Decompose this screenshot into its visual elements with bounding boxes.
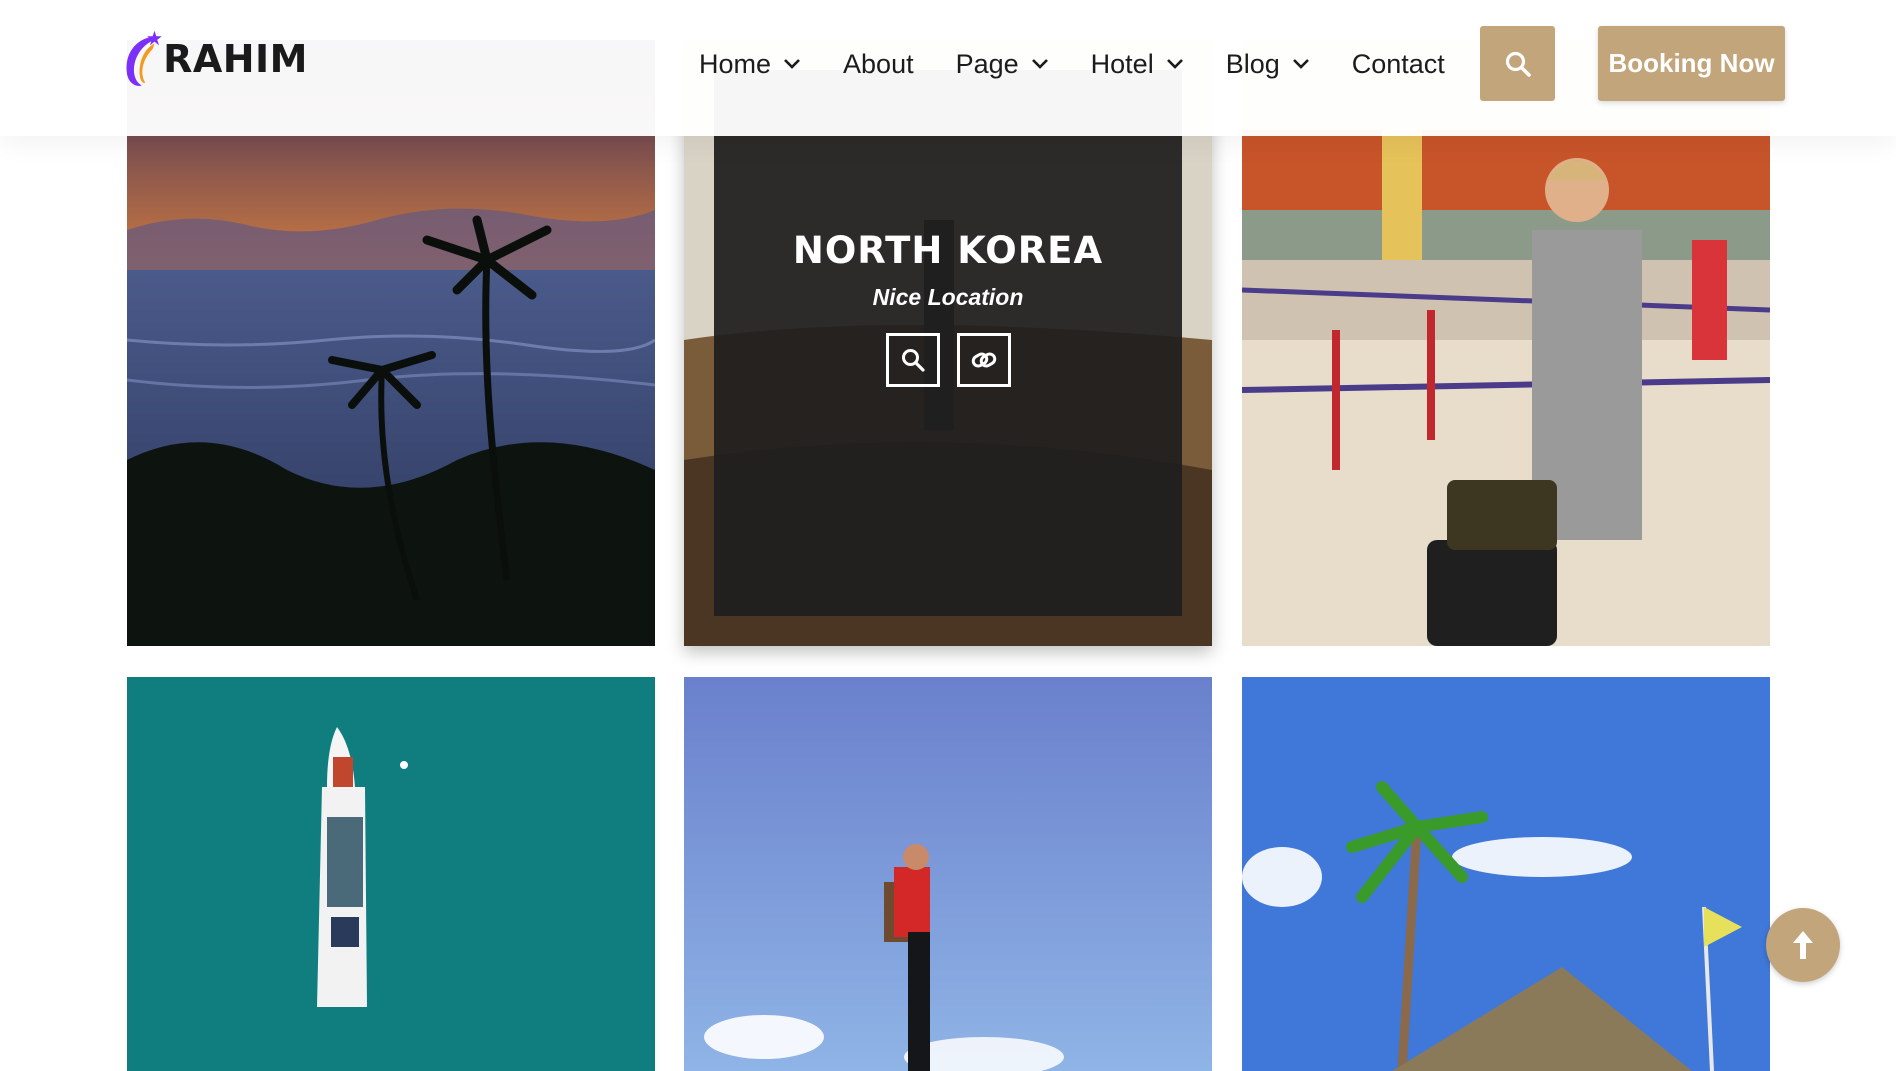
- chevron-down-icon: [1031, 59, 1048, 69]
- chevron-down-icon: [1166, 59, 1183, 69]
- traveler-sky-image: [684, 677, 1212, 1071]
- scroll-to-top-button[interactable]: [1766, 908, 1840, 982]
- site-logo[interactable]: RAHIM: [118, 24, 308, 94]
- gallery-item-title: NORTH KOREA: [792, 229, 1104, 272]
- gallery-item-subtitle: Nice Location: [872, 284, 1024, 310]
- nav-about-label: About: [843, 48, 914, 79]
- site-header: RAHIM Home About Page Hotel Blog Contact…: [0, 0, 1896, 136]
- aerial-boat-image: [127, 677, 655, 1071]
- palm-hut-image: [1242, 677, 1770, 1071]
- chevron-down-icon: [784, 59, 800, 69]
- gallery-hover-overlay: NORTH KOREA Nice Location: [714, 70, 1182, 616]
- nav-hotel[interactable]: Hotel: [1091, 49, 1184, 80]
- link-icon: [971, 352, 996, 368]
- nav-hotel-label: Hotel: [1090, 48, 1154, 79]
- nav-page[interactable]: Page: [956, 49, 1049, 80]
- gallery-zoom-button[interactable]: [885, 333, 940, 387]
- nav-home-label: Home: [699, 48, 772, 79]
- main-nav: Home About Page Hotel Blog Contact: [699, 44, 1445, 84]
- chevron-down-icon: [1292, 59, 1309, 69]
- logo-mark-icon: [126, 30, 162, 86]
- booking-now-button[interactable]: Booking Now: [1598, 26, 1785, 101]
- arrow-up-icon: [1793, 931, 1813, 959]
- brand-name: RAHIM: [163, 37, 308, 81]
- nav-contact-label: Contact: [1351, 48, 1445, 79]
- search-icon: [901, 349, 925, 372]
- gallery-item-palm-hut[interactable]: [1242, 677, 1770, 1071]
- gallery-item-actions: [885, 333, 1011, 387]
- nav-blog-label: Blog: [1225, 48, 1280, 79]
- search-button[interactable]: [1480, 26, 1555, 101]
- gallery-link-button[interactable]: [956, 333, 1011, 387]
- nav-page-label: Page: [955, 48, 1019, 79]
- search-icon: [1505, 51, 1531, 77]
- nav-home[interactable]: Home: [699, 49, 801, 80]
- nav-about[interactable]: About: [843, 49, 914, 80]
- nav-contact[interactable]: Contact: [1352, 49, 1445, 80]
- gallery-item-boat[interactable]: [127, 677, 655, 1071]
- gallery-item-traveler[interactable]: [684, 677, 1212, 1071]
- nav-blog[interactable]: Blog: [1226, 49, 1310, 80]
